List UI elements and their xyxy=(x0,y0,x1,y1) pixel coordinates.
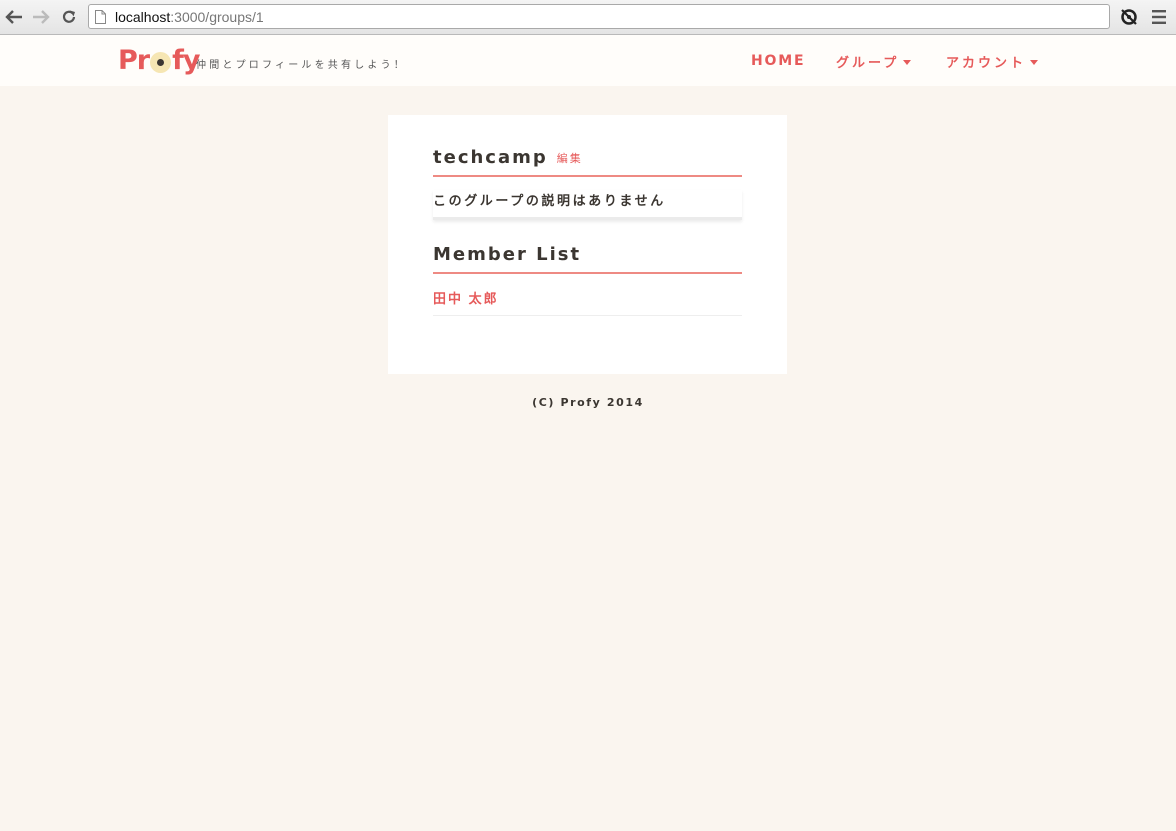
extension-icon[interactable] xyxy=(1119,7,1139,27)
member-list: 田中 太郎 xyxy=(433,290,742,316)
profy-logo[interactable]: Pr fy xyxy=(118,43,200,77)
member-list-heading: Member List xyxy=(433,245,742,274)
address-bar[interactable]: localhost:3000/groups/1 xyxy=(88,4,1110,29)
group-heading: techcamp 編集 xyxy=(433,147,742,177)
forward-button[interactable] xyxy=(30,6,52,28)
arrow-right-icon xyxy=(33,10,50,24)
logo-text-start: Pr xyxy=(118,44,150,76)
group-card: techcamp 編集 このグループの説明はありません Member List … xyxy=(388,115,787,374)
browser-toolbar: localhost:3000/groups/1 xyxy=(0,0,1176,35)
reload-icon xyxy=(62,10,76,23)
url-host: localhost xyxy=(115,8,171,25)
nav-account-dropdown[interactable]: アカウント xyxy=(946,52,1039,71)
site-header: Pr fy 仲間とプロフィールを共有しよう！ HOME グループ アカウント xyxy=(0,35,1176,86)
url-text: localhost:3000/groups/1 xyxy=(115,9,264,25)
caret-down-icon xyxy=(903,59,912,65)
nav-account-label: アカウント xyxy=(946,55,1027,71)
url-path: :3000/groups/1 xyxy=(170,8,264,25)
logo-o-mark xyxy=(150,51,172,73)
tagline: 仲間とプロフィールを共有しよう！ xyxy=(196,60,407,71)
edit-group-link[interactable]: 編集 xyxy=(557,153,583,165)
caret-down-icon xyxy=(1030,59,1039,65)
group-description: このグループの説明はありません xyxy=(433,190,742,220)
nav-groups-label: グループ xyxy=(836,55,900,71)
nav-groups-dropdown[interactable]: グループ xyxy=(836,52,912,71)
footer-copyright: (C) Profy 2014 xyxy=(532,396,644,409)
nav-home-link[interactable]: HOME xyxy=(751,52,805,70)
member-link[interactable]: 田中 太郎 xyxy=(433,290,742,316)
reload-button[interactable] xyxy=(58,6,80,28)
arrow-left-icon xyxy=(5,10,22,24)
hamburger-menu-icon[interactable] xyxy=(1151,8,1167,26)
back-button[interactable] xyxy=(3,6,25,28)
page-icon xyxy=(95,9,106,24)
group-name: techcamp xyxy=(433,147,548,168)
